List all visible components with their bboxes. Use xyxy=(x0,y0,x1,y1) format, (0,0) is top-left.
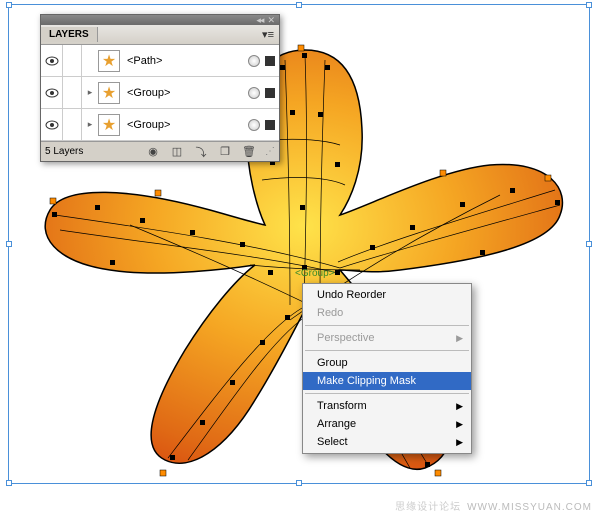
handle-tm[interactable] xyxy=(296,2,302,8)
panel-titlebar: LAYERS ▾≡ xyxy=(41,25,279,45)
expand-icon[interactable]: ▸ xyxy=(85,119,95,130)
selection-indicator xyxy=(265,120,275,130)
watermark: 思缘设计论坛WWW.MISSYUAN.COM xyxy=(395,498,592,513)
locate-icon[interactable]: ◉ xyxy=(145,145,161,159)
cm-sep xyxy=(305,393,469,394)
layer-row[interactable]: ★ <Path> xyxy=(41,45,279,77)
visibility-icon[interactable] xyxy=(45,118,59,132)
cm-arrange[interactable]: Arrange▶ xyxy=(303,415,471,433)
make-clip-icon[interactable]: ◫ xyxy=(169,145,185,159)
handle-bm[interactable] xyxy=(296,480,302,486)
context-menu: Undo Reorder Redo Perspective▶ Group Mak… xyxy=(302,283,472,454)
layer-row[interactable]: ▸ ★ <Group> xyxy=(41,77,279,109)
layers-panel[interactable]: ◂◂ ✕ LAYERS ▾≡ ★ <Path> ▸ ★ <Group> ▸ xyxy=(40,14,280,162)
handle-tr[interactable] xyxy=(586,2,592,8)
cm-sep xyxy=(305,350,469,351)
cm-undo[interactable]: Undo Reorder xyxy=(303,286,471,304)
layer-name[interactable]: <Group> xyxy=(123,87,245,99)
handle-tl[interactable] xyxy=(6,2,12,8)
panel-footer: 5 Layers ◉ ◫ ⤵ ❐ 🗑 ⋰ xyxy=(41,141,279,161)
handle-ml[interactable] xyxy=(6,241,12,247)
panel-grip[interactable]: ◂◂ ✕ xyxy=(41,15,279,25)
layer-count: 5 Layers xyxy=(45,146,137,157)
chevron-right-icon: ▶ xyxy=(456,437,463,448)
handle-bl[interactable] xyxy=(6,480,12,486)
layer-thumb: ★ xyxy=(98,50,120,72)
cm-make-clipping-mask[interactable]: Make Clipping Mask xyxy=(303,372,471,390)
cm-select[interactable]: Select▶ xyxy=(303,433,471,451)
new-sublayer-icon[interactable]: ⤵ xyxy=(193,145,209,159)
panel-tab-layers[interactable]: LAYERS xyxy=(41,27,98,42)
resize-grip[interactable]: ⋰ xyxy=(265,146,275,157)
new-layer-icon[interactable]: ❐ xyxy=(217,145,233,159)
selection-indicator xyxy=(265,88,275,98)
layer-name[interactable]: <Group> xyxy=(123,119,245,131)
chevron-right-icon: ▶ xyxy=(456,419,463,430)
close-icon[interactable]: ✕ xyxy=(267,15,275,26)
delete-icon[interactable]: 🗑 xyxy=(241,145,257,159)
handle-br[interactable] xyxy=(586,480,592,486)
smart-guide-label: <Group> xyxy=(295,268,334,279)
layer-thumb: ★ xyxy=(98,82,120,104)
collapse-icon[interactable]: ◂◂ xyxy=(256,15,263,26)
target-icon[interactable] xyxy=(248,119,260,131)
cm-redo: Redo xyxy=(303,304,471,322)
chevron-right-icon: ▶ xyxy=(456,401,463,412)
cm-transform[interactable]: Transform▶ xyxy=(303,397,471,415)
cm-perspective: Perspective▶ xyxy=(303,329,471,347)
layer-thumb: ★ xyxy=(98,114,120,136)
chevron-right-icon: ▶ xyxy=(456,333,463,344)
handle-mr[interactable] xyxy=(586,241,592,247)
visibility-icon[interactable] xyxy=(45,86,59,100)
cm-group[interactable]: Group xyxy=(303,354,471,372)
target-icon[interactable] xyxy=(248,55,260,67)
layer-name[interactable]: <Path> xyxy=(123,55,245,67)
visibility-icon[interactable] xyxy=(45,54,59,68)
panel-menu-icon[interactable]: ▾≡ xyxy=(257,28,279,41)
layer-row[interactable]: ▸ ★ <Group> xyxy=(41,109,279,141)
target-icon[interactable] xyxy=(248,87,260,99)
layer-list: ★ <Path> ▸ ★ <Group> ▸ ★ <Group> xyxy=(41,45,279,141)
selection-indicator xyxy=(265,56,275,66)
expand-icon[interactable]: ▸ xyxy=(85,87,95,98)
cm-sep xyxy=(305,325,469,326)
